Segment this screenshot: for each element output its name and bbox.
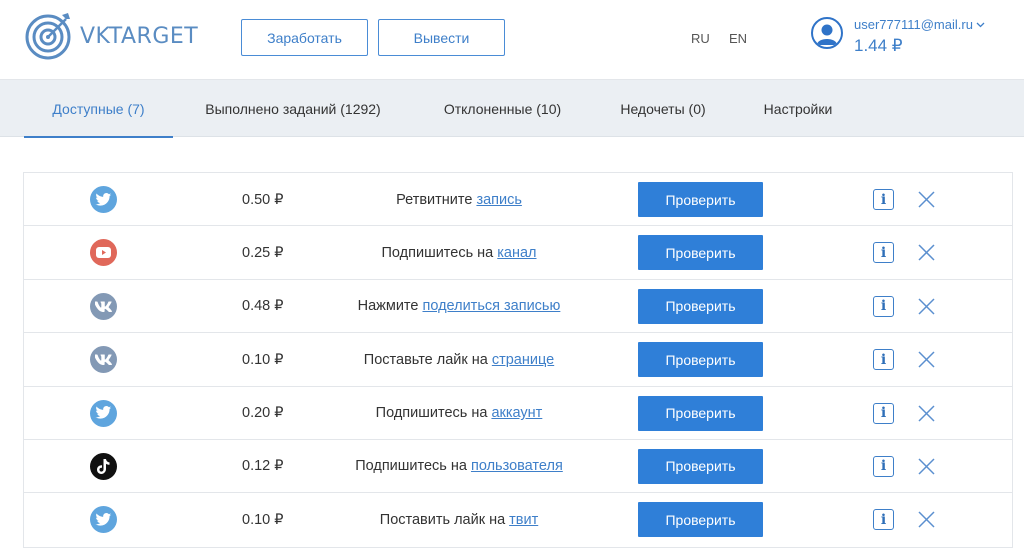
task-price: 0.12 ₽ xyxy=(242,458,284,475)
task-row: 0.10 ₽ Поставить лайк на твит Проверить … xyxy=(24,493,1012,546)
close-icon[interactable] xyxy=(917,243,936,262)
check-button[interactable]: Проверить xyxy=(638,448,763,484)
close-icon[interactable] xyxy=(917,457,936,476)
check-button[interactable]: Проверить xyxy=(638,395,763,431)
task-row: 0.48 ₽ Нажмите поделиться записью Провер… xyxy=(24,280,1012,334)
info-icon[interactable]: i xyxy=(873,402,894,424)
info-icon[interactable]: i xyxy=(873,295,894,317)
chevron-down-icon xyxy=(976,20,985,30)
tab-available[interactable]: Доступные (7) xyxy=(24,80,173,138)
task-row: 0.10 ₽ Поставьте лайк на странице Провер… xyxy=(24,333,1012,387)
info-icon[interactable]: i xyxy=(873,509,894,531)
task-link[interactable]: странице xyxy=(492,352,554,368)
lang-en-link[interactable]: EN xyxy=(729,31,747,46)
withdraw-button[interactable]: Вывести xyxy=(378,19,505,56)
info-icon[interactable]: i xyxy=(873,455,894,477)
tiktok-icon xyxy=(90,452,117,480)
lang-ru-link[interactable]: RU xyxy=(691,31,710,46)
tab-settings[interactable]: Настройки xyxy=(750,80,846,137)
twitter-icon xyxy=(90,186,117,213)
user-email: user777111@mail.ru xyxy=(854,17,973,32)
task-text: Подпишитесь на xyxy=(355,458,467,475)
task-link[interactable]: твит xyxy=(509,512,538,528)
task-description: Поставьте лайк на странице xyxy=(309,333,609,386)
task-price: 0.25 ₽ xyxy=(242,244,284,261)
task-price: 0.20 ₽ xyxy=(242,405,284,422)
close-icon[interactable] xyxy=(917,297,936,316)
close-icon[interactable] xyxy=(917,350,936,369)
task-description: Нажмите поделиться записью xyxy=(309,280,609,333)
info-icon[interactable]: i xyxy=(873,189,894,210)
task-price: 0.48 ₽ xyxy=(242,298,284,315)
task-link[interactable]: пользователя xyxy=(471,458,563,474)
close-icon[interactable] xyxy=(917,190,936,209)
tab-shortcomings[interactable]: Недочеты (0) xyxy=(608,80,718,137)
earn-button[interactable]: Заработать xyxy=(241,19,368,56)
info-icon[interactable]: i xyxy=(873,349,894,371)
tab-rejected[interactable]: Отклоненные (10) xyxy=(430,80,575,137)
twitter-icon xyxy=(90,399,117,427)
target-logo-icon xyxy=(25,13,71,60)
task-text: Нажмите xyxy=(357,298,419,315)
task-text: Ретвитните xyxy=(396,191,473,208)
close-icon[interactable] xyxy=(917,404,936,423)
task-row: 0.12 ₽ Подпишитесь на пользователя Прове… xyxy=(24,440,1012,494)
task-description: Подпишитесь на аккаунт xyxy=(309,387,609,440)
task-description: Поставить лайк на твит xyxy=(309,493,609,546)
task-link[interactable]: поделиться записью xyxy=(422,298,560,314)
close-icon[interactable] xyxy=(917,510,936,529)
vk-icon xyxy=(90,346,117,374)
task-price: 0.10 ₽ xyxy=(242,511,284,528)
check-button[interactable]: Проверить xyxy=(638,502,763,538)
twitter-icon xyxy=(90,506,117,534)
task-description: Ретвитните запись xyxy=(309,173,609,226)
task-text: Подпишитесь на xyxy=(381,244,494,261)
task-text: Поставить лайк на xyxy=(379,511,506,528)
logo-text: VKTARGET xyxy=(80,23,199,49)
check-button[interactable]: Проверить xyxy=(638,342,763,378)
vk-icon xyxy=(90,292,117,320)
user-email-dropdown[interactable]: user777111@mail.ru xyxy=(854,17,985,32)
task-price: 0.10 ₽ xyxy=(242,351,284,368)
task-link[interactable]: канал xyxy=(497,245,536,261)
task-text: Подпишитесь на xyxy=(375,405,488,422)
user-balance: 1.44 ₽ xyxy=(854,36,903,55)
user-avatar[interactable] xyxy=(811,17,843,49)
top-header: VKTARGET Заработать Вывести RU EN user77… xyxy=(0,0,1024,80)
task-row: 0.25 ₽ Подпишитесь на канал Проверить i xyxy=(24,226,1012,280)
info-icon[interactable]: i xyxy=(873,242,894,264)
task-description: Подпишитесь на пользователя xyxy=(309,440,609,493)
logo[interactable]: VKTARGET xyxy=(24,10,198,62)
task-row: 0.50 ₽ Ретвитните запись Проверить i xyxy=(24,173,1012,227)
tab-bar: Доступные (7) Выполнено заданий (1292) О… xyxy=(0,80,1024,138)
tab-completed[interactable]: Выполнено заданий (1292) xyxy=(190,80,396,137)
check-button[interactable]: Проверить xyxy=(638,235,763,271)
task-text: Поставьте лайк на xyxy=(363,351,488,368)
task-price: 0.50 ₽ xyxy=(242,191,284,208)
task-link[interactable]: аккаунт xyxy=(491,405,542,421)
task-description: Подпишитесь на канал xyxy=(309,226,609,279)
user-icon xyxy=(817,24,837,45)
youtube-icon xyxy=(90,239,117,267)
task-row: 0.20 ₽ Подпишитесь на аккаунт Проверить … xyxy=(24,387,1012,440)
check-button[interactable]: Проверить xyxy=(638,288,763,324)
task-list: 0.50 ₽ Ретвитните запись Проверить i 0.2… xyxy=(23,172,1013,548)
task-link[interactable]: запись xyxy=(476,192,521,208)
check-button[interactable]: Проверить xyxy=(638,182,763,217)
